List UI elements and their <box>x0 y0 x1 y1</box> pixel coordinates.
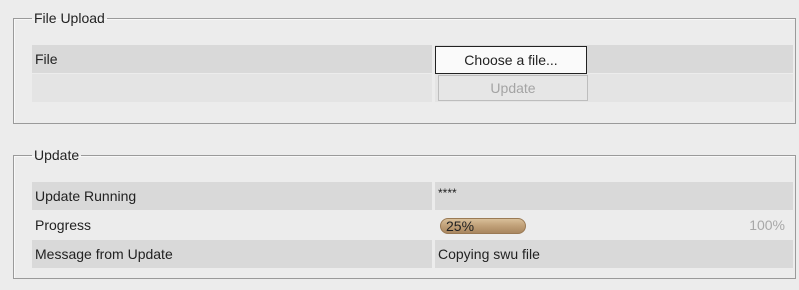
empty-label-cell <box>32 74 432 102</box>
message-row: Message from Update Copying swu file <box>32 240 793 268</box>
update-button-cell: Update <box>435 74 793 102</box>
file-label: File <box>32 45 432 73</box>
update-status-panel: Update Update Running **** Progress 25% … <box>13 147 796 279</box>
message-value: Copying swu file <box>435 240 793 268</box>
file-value-cell: Choose a file... <box>435 45 793 74</box>
progress-percent: 25% <box>446 218 475 234</box>
update-button-row: Update <box>32 74 793 102</box>
progress-bar: 25% <box>440 218 782 234</box>
progress-label: Progress <box>35 217 92 233</box>
update-running-value-cell: **** <box>435 182 793 210</box>
update-running-row: Update Running **** <box>32 182 793 210</box>
message-label: Message from Update <box>32 240 432 268</box>
file-row: File Choose a file... <box>32 45 793 74</box>
progress-max-label: 100% <box>749 217 785 233</box>
update-page: File Upload File Choose a file... Update… <box>0 0 799 290</box>
file-upload-legend: File Upload <box>34 10 105 26</box>
file-upload-panel: File Upload File Choose a file... Update <box>13 10 796 124</box>
update-button[interactable]: Update <box>438 75 588 101</box>
update-running-value: **** <box>438 186 457 200</box>
update-legend: Update <box>34 147 80 163</box>
update-running-label: Update Running <box>32 182 432 210</box>
choose-file-button[interactable]: Choose a file... <box>435 46 587 74</box>
progress-row: Progress 25% 100% <box>32 211 793 239</box>
progress-value-cell: 25% 100% <box>435 211 793 239</box>
